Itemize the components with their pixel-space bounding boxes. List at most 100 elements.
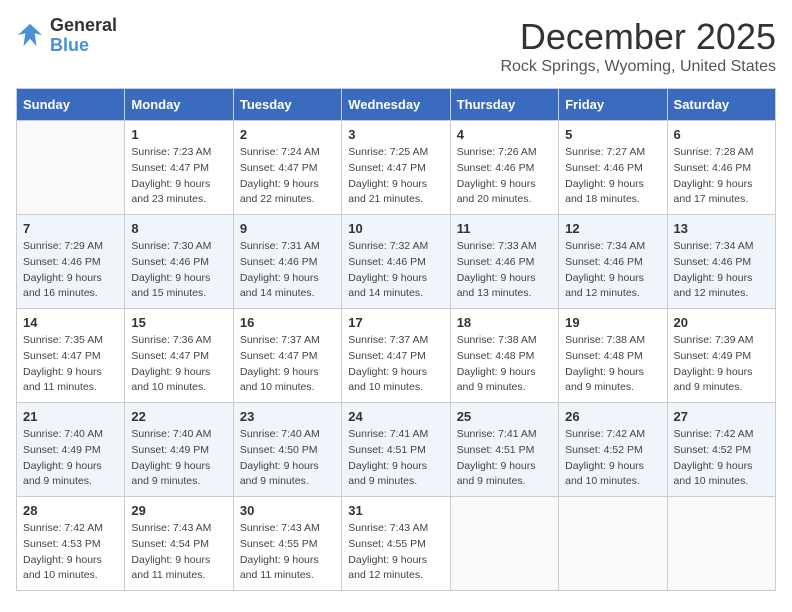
day-number: 13 xyxy=(674,221,769,236)
day-info: Sunrise: 7:40 AMSunset: 4:49 PMDaylight:… xyxy=(131,427,226,490)
sunrise-text: Sunrise: 7:34 AM xyxy=(674,239,769,255)
sunset-text: Sunset: 4:47 PM xyxy=(240,161,335,177)
calendar-cell: 31 Sunrise: 7:43 AMSunset: 4:55 PMDayligh… xyxy=(342,497,450,591)
day-info: Sunrise: 7:42 AMSunset: 4:52 PMDaylight:… xyxy=(565,427,660,490)
calendar-cell: 26Sunrise: 7:42 AMSunset: 4:52 PMDayligh… xyxy=(559,403,667,497)
sunrise-text: Sunrise: 7:43 AM xyxy=(348,521,443,537)
daylight-text: Daylight: 9 hours and 12 minutes. xyxy=(674,271,769,303)
sunset-text: Sunset: 4:46 PM xyxy=(565,161,660,177)
daylight-text: Daylight: 9 hours and 10 minutes. xyxy=(131,365,226,397)
sunset-text: Sunset: 4:46 PM xyxy=(240,255,335,271)
day-number: 11 xyxy=(457,221,552,236)
calendar-cell: 7Sunrise: 7:29 AMSunset: 4:46 PMDaylight… xyxy=(17,215,125,309)
calendar-week-2: 7Sunrise: 7:29 AMSunset: 4:46 PMDaylight… xyxy=(17,215,776,309)
daylight-text: Daylight: 9 hours and 9 minutes. xyxy=(674,365,769,397)
day-info: Sunrise: 7:37 AMSunset: 4:47 PMDaylight:… xyxy=(240,333,335,396)
sunset-text: Sunset: 4:46 PM xyxy=(348,255,443,271)
day-number: 3 xyxy=(348,127,443,142)
day-number: 28 xyxy=(23,503,118,518)
calendar-cell: 28 Sunrise: 7:42 AMSunset: 4:53 PMDayligh… xyxy=(17,497,125,591)
day-info: Sunrise: 7:41 AMSunset: 4:51 PMDaylight:… xyxy=(348,427,443,490)
calendar-cell xyxy=(559,497,667,591)
sunset-text: Sunset: 4:46 PM xyxy=(565,255,660,271)
sunrise-text: Sunrise: 7:41 AM xyxy=(348,427,443,443)
sunset-text: Sunset: 4:50 PM xyxy=(240,443,335,459)
sunrise-text: Sunrise: 7:31 AM xyxy=(240,239,335,255)
daylight-text: Daylight: 9 hours and 9 minutes. xyxy=(457,365,552,397)
header-wednesday: Wednesday xyxy=(342,89,450,121)
calendar-cell: 5Sunrise: 7:27 AMSunset: 4:46 PMDaylight… xyxy=(559,121,667,215)
day-number: 10 xyxy=(348,221,443,236)
sunrise-text: Sunrise: 7:42 AM xyxy=(565,427,660,443)
day-info: Sunrise: 7:36 AMSunset: 4:47 PMDaylight:… xyxy=(131,333,226,396)
sunrise-text: Sunrise: 7:43 AM xyxy=(131,521,226,537)
sunrise-text: Sunrise: 7:39 AM xyxy=(674,333,769,349)
calendar-cell: 23Sunrise: 7:40 AMSunset: 4:50 PMDayligh… xyxy=(233,403,341,497)
daylight-text: Daylight: 9 hours and 20 minutes. xyxy=(457,177,552,209)
daylight-text: Daylight: 9 hours and 11 minutes. xyxy=(23,365,118,397)
sunset-text: Sunset: 4:48 PM xyxy=(457,349,552,365)
sunset-text: Sunset: 4:47 PM xyxy=(131,161,226,177)
daylight-text: Daylight: 9 hours and 9 minutes. xyxy=(457,459,552,491)
calendar-cell: 22Sunrise: 7:40 AMSunset: 4:49 PMDayligh… xyxy=(125,403,233,497)
sunset-text: Sunset: 4:51 PM xyxy=(457,443,552,459)
daylight-text: Daylight: 9 hours and 12 minutes. xyxy=(348,553,443,585)
header-friday: Friday xyxy=(559,89,667,121)
calendar-cell: 1Sunrise: 7:23 AMSunset: 4:47 PMDaylight… xyxy=(125,121,233,215)
calendar-cell: 20Sunrise: 7:39 AMSunset: 4:49 PMDayligh… xyxy=(667,309,775,403)
sunrise-text: Sunrise: 7:24 AM xyxy=(240,145,335,161)
day-number: 2 xyxy=(240,127,335,142)
daylight-text: Daylight: 9 hours and 10 minutes. xyxy=(240,365,335,397)
calendar-header-row: SundayMondayTuesdayWednesdayThursdayFrid… xyxy=(17,89,776,121)
day-info: Sunrise: 7:35 AMSunset: 4:47 PMDaylight:… xyxy=(23,333,118,396)
day-info: Sunrise: 7:34 AMSunset: 4:46 PMDaylight:… xyxy=(565,239,660,302)
sunrise-text: Sunrise: 7:42 AM xyxy=(23,521,118,537)
calendar-cell: 8Sunrise: 7:30 AMSunset: 4:46 PMDaylight… xyxy=(125,215,233,309)
day-info: Sunrise: 7:31 AMSunset: 4:46 PMDaylight:… xyxy=(240,239,335,302)
day-number: 27 xyxy=(674,409,769,424)
daylight-text: Daylight: 9 hours and 10 minutes. xyxy=(565,459,660,491)
calendar-cell xyxy=(17,121,125,215)
day-number: 8 xyxy=(131,221,226,236)
day-info: Sunrise: 7:43 AMSunset: 4:55 PMDaylight:… xyxy=(348,521,443,584)
calendar-cell: 6Sunrise: 7:28 AMSunset: 4:46 PMDaylight… xyxy=(667,121,775,215)
sunrise-text: Sunrise: 7:38 AM xyxy=(565,333,660,349)
calendar-week-5: 28 Sunrise: 7:42 AMSunset: 4:53 PMDayligh… xyxy=(17,497,776,591)
calendar-cell: 15Sunrise: 7:36 AMSunset: 4:47 PMDayligh… xyxy=(125,309,233,403)
sunset-text: Sunset: 4:49 PM xyxy=(23,443,118,459)
calendar-cell: 29Sunrise: 7:43 AMSunset: 4:54 PMDayligh… xyxy=(125,497,233,591)
day-info: Sunrise: 7:33 AMSunset: 4:46 PMDaylight:… xyxy=(457,239,552,302)
day-info: Sunrise: 7:24 AMSunset: 4:47 PMDaylight:… xyxy=(240,145,335,208)
day-info: Sunrise: 7:42 AMSunset: 4:53 PMDaylight:… xyxy=(23,521,118,584)
daylight-text: Daylight: 9 hours and 11 minutes. xyxy=(131,553,226,585)
sunset-text: Sunset: 4:52 PM xyxy=(674,443,769,459)
day-info: Sunrise: 7:40 AMSunset: 4:49 PMDaylight:… xyxy=(23,427,118,490)
daylight-text: Daylight: 9 hours and 9 minutes. xyxy=(240,459,335,491)
sunrise-text: Sunrise: 7:23 AM xyxy=(131,145,226,161)
day-info: Sunrise: 7:23 AMSunset: 4:47 PMDaylight:… xyxy=(131,145,226,208)
day-info: Sunrise: 7:43 AMSunset: 4:55 PMDaylight:… xyxy=(240,521,335,584)
header-thursday: Thursday xyxy=(450,89,558,121)
day-info: Sunrise: 7:39 AMSunset: 4:49 PMDaylight:… xyxy=(674,333,769,396)
sunset-text: Sunset: 4:47 PM xyxy=(23,349,118,365)
day-number: 24 xyxy=(348,409,443,424)
daylight-text: Daylight: 9 hours and 9 minutes. xyxy=(131,459,226,491)
calendar-cell: 19Sunrise: 7:38 AMSunset: 4:48 PMDayligh… xyxy=(559,309,667,403)
day-number: 23 xyxy=(240,409,335,424)
daylight-text: Daylight: 9 hours and 11 minutes. xyxy=(240,553,335,585)
sunset-text: Sunset: 4:46 PM xyxy=(674,255,769,271)
calendar-cell: 9Sunrise: 7:31 AMSunset: 4:46 PMDaylight… xyxy=(233,215,341,309)
calendar-cell: 11 Sunrise: 7:33 AMSunset: 4:46 PMDayligh… xyxy=(450,215,558,309)
sunset-text: Sunset: 4:55 PM xyxy=(348,537,443,553)
daylight-text: Daylight: 9 hours and 9 minutes. xyxy=(348,459,443,491)
day-number: 31 xyxy=(348,503,443,518)
calendar-cell: 3Sunrise: 7:25 AMSunset: 4:47 PMDaylight… xyxy=(342,121,450,215)
daylight-text: Daylight: 9 hours and 22 minutes. xyxy=(240,177,335,209)
calendar-table: SundayMondayTuesdayWednesdayThursdayFrid… xyxy=(16,88,776,591)
sunrise-text: Sunrise: 7:35 AM xyxy=(23,333,118,349)
daylight-text: Daylight: 9 hours and 13 minutes. xyxy=(457,271,552,303)
month-title: December 2025 xyxy=(500,16,776,58)
calendar-cell: 10Sunrise: 7:32 AMSunset: 4:46 PMDayligh… xyxy=(342,215,450,309)
sunset-text: Sunset: 4:46 PM xyxy=(131,255,226,271)
sunset-text: Sunset: 4:49 PM xyxy=(674,349,769,365)
